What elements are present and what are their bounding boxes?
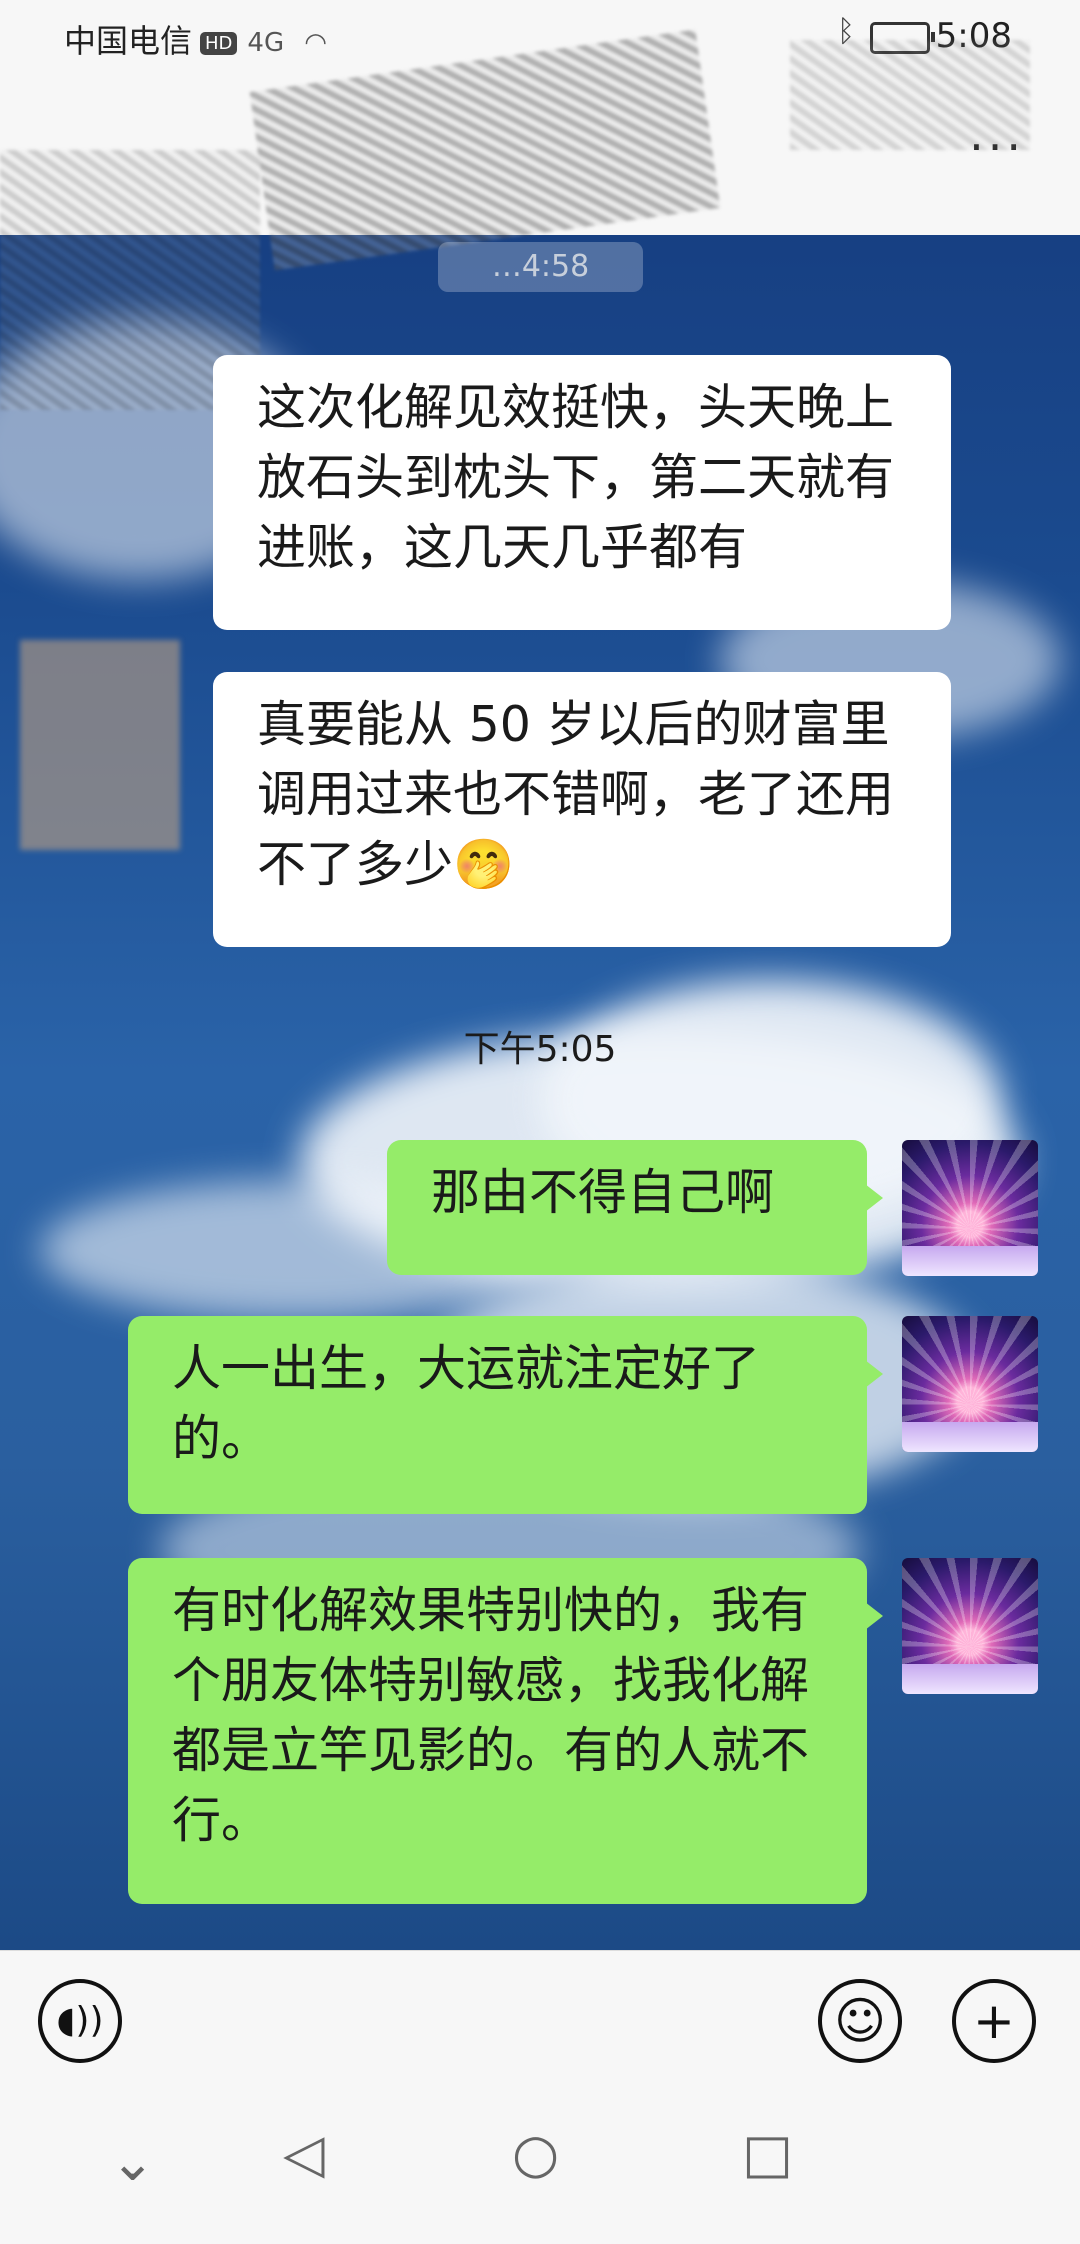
- message-timestamp: 下午5:05: [463, 1029, 617, 1070]
- recents-square-icon[interactable]: □: [742, 2122, 793, 2185]
- redaction-scribble: [20, 640, 180, 850]
- system-nav-bar: ⌄ ◁ ○ □: [0, 2090, 1080, 2244]
- carrier-label: 中国电信 HD 4G ◠: [64, 16, 327, 62]
- avatar[interactable]: [902, 1558, 1038, 1694]
- signal-icon: 4G: [247, 28, 285, 58]
- voice-icon[interactable]: ◖)): [38, 1979, 122, 2063]
- avatar[interactable]: [902, 1140, 1038, 1276]
- redaction-scribble: [790, 40, 1030, 150]
- message-bubble-incoming[interactable]: 这次化解见效挺快，头天晚上放石头到枕头下，第二天就有进账，这几天几乎都有: [213, 355, 951, 630]
- message-bubble-outgoing[interactable]: 有时化解效果特别快的，我有个朋友体特别敏感，找我化解都是立竿见影的。有的人就不行…: [128, 1558, 883, 1904]
- input-bar: ◖)) ☺ +: [0, 1950, 1080, 2091]
- message-text: 真要能从 50 岁以后的财富里调用过来也不错啊，老了还用不了多少🤭: [257, 696, 895, 893]
- chevron-down-icon[interactable]: ⌄: [110, 2130, 155, 2193]
- hd-badge: HD: [200, 31, 238, 55]
- home-circle-icon[interactable]: ○: [512, 2122, 559, 2185]
- message-bubble-outgoing[interactable]: 那由不得自己啊: [387, 1140, 883, 1275]
- emoji-icon[interactable]: ☺: [818, 1979, 902, 2063]
- message-text: 那由不得自己啊: [431, 1164, 775, 1221]
- wifi-icon: ◠: [304, 28, 327, 58]
- message-text: 人一出生，大运就注定好了的。: [172, 1340, 761, 1467]
- message-text: 这次化解见效挺快，头天晚上放石头到枕头下，第二天就有进账，这几天几乎都有: [257, 379, 895, 576]
- message-bubble-outgoing[interactable]: 人一出生，大运就注定好了的。: [128, 1316, 883, 1514]
- back-triangle-icon[interactable]: ◁: [283, 2122, 325, 2185]
- avatar[interactable]: [902, 1316, 1038, 1452]
- carrier-text: 中国电信: [64, 22, 193, 60]
- date-pill: …4:58: [438, 242, 643, 292]
- message-bubble-incoming[interactable]: 真要能从 50 岁以后的财富里调用过来也不错啊，老了还用不了多少🤭: [213, 672, 951, 947]
- message-text: 有时化解效果特别快的，我有个朋友体特别敏感，找我化解都是立竿见影的。有的人就不行…: [172, 1582, 810, 1849]
- plus-icon[interactable]: +: [952, 1979, 1036, 2063]
